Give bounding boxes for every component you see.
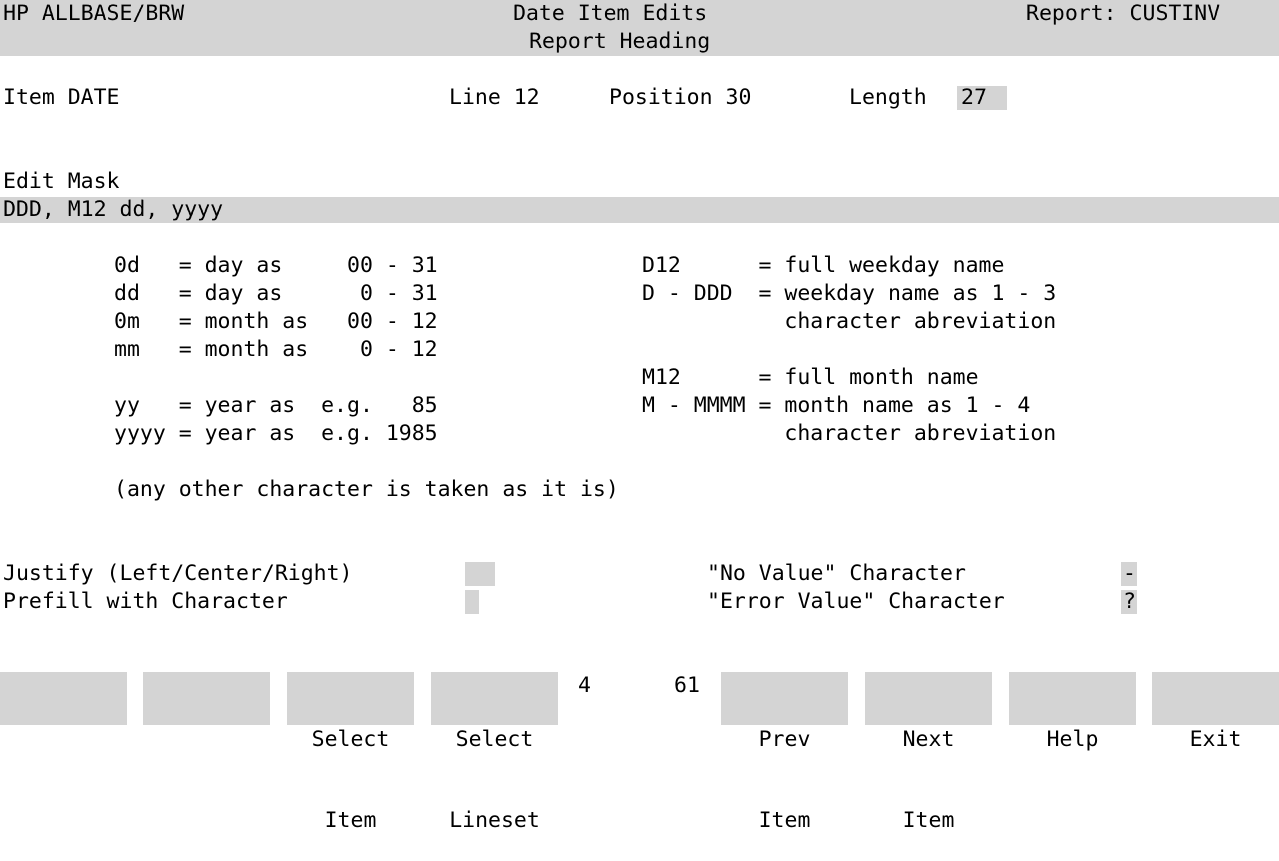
fkey-label: Lineset — [449, 808, 540, 833]
exit-key[interactable]: Exit — [1152, 672, 1279, 752]
help-line: 0d = day as 00 - 31 — [114, 253, 438, 278]
help-line: yyyy = year as e.g. 1985 — [114, 421, 438, 446]
fkey-label — [0, 726, 127, 753]
prefill-field[interactable] — [465, 590, 479, 614]
prev-item-key[interactable]: Prev Item — [721, 672, 848, 833]
fkey-label — [1009, 807, 1136, 834]
fkey-label: Exit — [1189, 727, 1242, 752]
status-right-number: 61 — [674, 673, 700, 698]
fkey-label — [0, 807, 127, 834]
app-name: HP ALLBASE/BRW — [3, 1, 185, 26]
help-key[interactable]: Help — [1009, 672, 1136, 752]
fkey-label: Select — [455, 727, 534, 752]
fkey-label: Next — [902, 727, 955, 752]
item-length-label: Length — [849, 85, 927, 110]
error-value-value[interactable]: ? — [1123, 588, 1136, 616]
help-line: dd = day as 0 - 31 — [114, 281, 438, 306]
justify-label: Justify (Left/Center/Right) — [3, 561, 353, 586]
select-lineset-key[interactable]: Select Lineset — [431, 672, 558, 833]
help-note: (any other character is taken as it is) — [114, 477, 619, 502]
help-line: M - MMMM = month name as 1 - 4 — [642, 393, 1031, 418]
help-line: yy = year as e.g. 85 — [114, 393, 438, 418]
edit-mask-value[interactable]: DDD, M12 dd, yyyy — [3, 196, 223, 224]
function-key-1[interactable] — [0, 672, 127, 725]
help-line: M12 = full month name — [642, 365, 979, 390]
help-line: D12 = full weekday name — [642, 253, 1005, 278]
select-item-key[interactable]: Select Item — [287, 672, 414, 833]
report-name: Report: CUSTINV — [1026, 1, 1221, 26]
screen-title: Date Item Edits — [513, 1, 708, 26]
item-name: Item DATE — [3, 85, 120, 110]
length-value[interactable]: 27 — [961, 84, 987, 112]
fkey-label: Item — [758, 808, 811, 833]
fkey-label — [1152, 807, 1279, 834]
fkey-label — [143, 726, 270, 753]
function-key-2[interactable] — [143, 672, 270, 725]
fkey-label: Item — [324, 808, 377, 833]
help-line: 0m = month as 00 - 12 — [114, 309, 438, 334]
item-position: Position 30 — [609, 85, 752, 110]
screen-subtitle: Report Heading — [529, 29, 711, 54]
error-value-label: "Error Value" Character — [707, 589, 1005, 614]
next-item-key[interactable]: Next Item — [865, 672, 992, 833]
fkey-label: Item — [902, 808, 955, 833]
help-line: character abreviation — [642, 309, 1057, 334]
help-line: mm = month as 0 - 12 — [114, 337, 438, 362]
edit-mask-label: Edit Mask — [3, 169, 120, 194]
status-left-number: 4 — [578, 673, 591, 698]
help-line: character abreviation — [642, 421, 1057, 446]
no-value-value[interactable]: - — [1123, 560, 1136, 588]
prefill-label: Prefill with Character — [3, 589, 288, 614]
justify-field[interactable] — [465, 562, 495, 586]
help-line: D - DDD = weekday name as 1 - 3 — [642, 281, 1057, 306]
fkey-label — [143, 807, 270, 834]
item-line: Line 12 — [449, 85, 540, 110]
fkey-label: Help — [1046, 727, 1099, 752]
fkey-label: Prev — [758, 727, 811, 752]
no-value-label: "No Value" Character — [707, 561, 966, 586]
fkey-label: Select — [311, 727, 390, 752]
